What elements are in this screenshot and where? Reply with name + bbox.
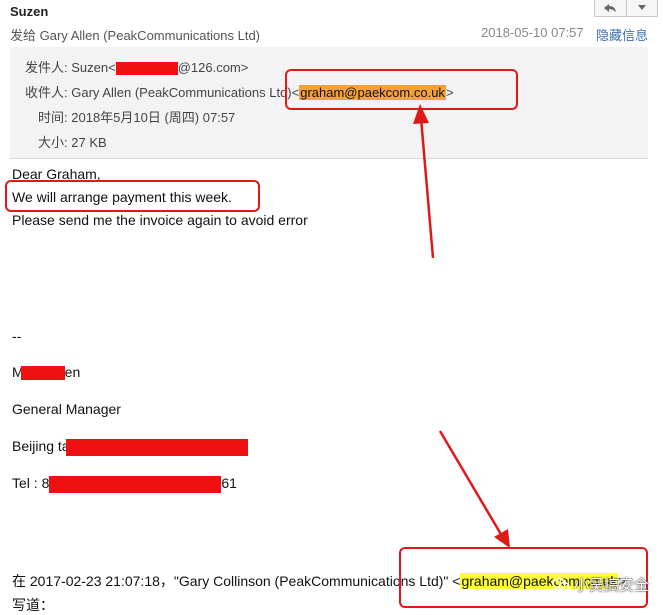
arrow-down-to-quote: [438, 430, 510, 548]
wechat-logo-icon: [552, 577, 570, 591]
watermark: 小吴搞安全: [552, 574, 649, 595]
annotation-arrows: [413, 104, 510, 548]
arrow-up-to-email: [413, 104, 435, 259]
watermark-text: 小吴搞安全: [573, 577, 649, 594]
